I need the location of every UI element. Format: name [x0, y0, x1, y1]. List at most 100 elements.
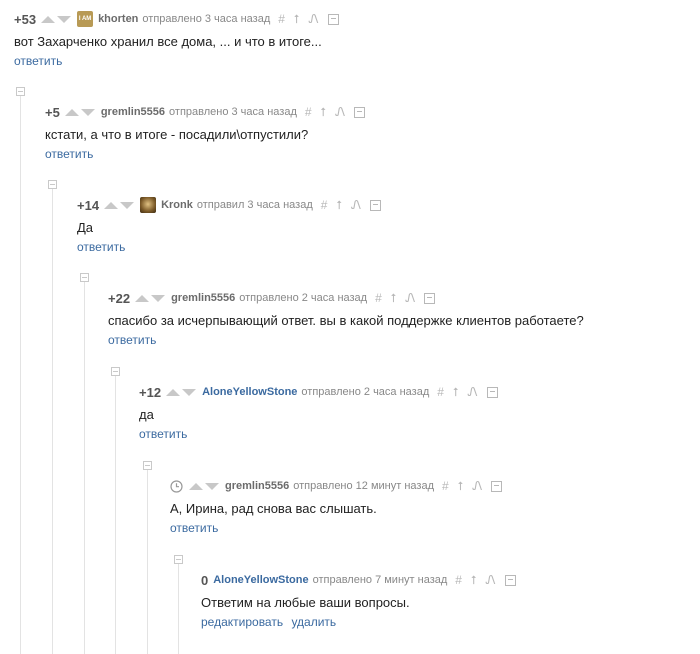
parent-arrow-icon[interactable]: ⭡ [453, 386, 459, 398]
thread-line [52, 188, 53, 654]
reply-link[interactable]: ответить [170, 521, 218, 535]
save-icon[interactable] [354, 106, 366, 118]
upvote-icon[interactable] [166, 388, 181, 396]
parent-arrow-icon[interactable]: ⭡ [321, 106, 327, 118]
branch-icon[interactable]: Ꮑ [468, 386, 478, 398]
branch-icon[interactable]: Ꮑ [309, 13, 319, 25]
post-time: отправлено 3 часа назад [142, 13, 271, 25]
downvote-icon[interactable] [80, 108, 95, 116]
comment-rating: +53 [14, 11, 37, 27]
upvote-icon[interactable] [104, 201, 119, 209]
hash-icon[interactable]: # [442, 480, 449, 492]
author-name[interactable]: gremlin5556 [101, 106, 165, 118]
comment-header: +12 AloneYellowStone отправлено 2 часа н… [139, 383, 507, 401]
edit-link[interactable]: редактировать [201, 615, 283, 629]
thread-line [178, 562, 179, 654]
upvote-icon[interactable] [189, 482, 203, 490]
comment-rating: 0 [201, 572, 209, 588]
avatar[interactable]: I AM [77, 11, 94, 27]
parent-arrow-icon[interactable]: ⭡ [471, 574, 477, 586]
post-time: отправлено 2 часа назад [301, 386, 430, 398]
hash-icon[interactable]: # [278, 13, 285, 25]
comment-header: +53 I AM khorten отправлено 3 часа назад… [14, 10, 348, 28]
hash-icon[interactable]: # [321, 199, 328, 211]
reply-link[interactable]: ответить [45, 147, 93, 161]
collapse-toggle[interactable] [174, 555, 183, 564]
comment-rating: +5 [45, 104, 60, 120]
collapse-toggle[interactable] [48, 180, 57, 189]
comment-header: +22 gremlin5556 отправлено 2 часа назад … [108, 289, 584, 307]
reply-link[interactable]: ответить [108, 333, 156, 347]
upvote-icon[interactable] [64, 108, 79, 116]
downvote-icon[interactable] [205, 482, 219, 490]
comment-header: 0 AloneYellowStone отправлено 7 минут на… [201, 571, 525, 589]
save-icon[interactable] [370, 199, 382, 211]
save-icon[interactable] [504, 574, 516, 586]
comment: +53 I AM khorten отправлено 3 часа назад… [14, 10, 348, 68]
comment-text: Ответим на любые ваши вопросы. [201, 595, 410, 610]
comment-header: gremlin5556 отправлено 12 минут назад # … [170, 477, 511, 495]
thread-line [84, 280, 85, 654]
comment-header: +14 Kronk отправил 3 часа назад # ⭡ Ꮑ [77, 196, 390, 214]
save-icon[interactable] [491, 480, 503, 492]
comment: +14 Kronk отправил 3 часа назад # ⭡ Ꮑ Да… [77, 196, 390, 254]
branch-icon[interactable]: Ꮑ [472, 480, 482, 492]
parent-arrow-icon[interactable]: ⭡ [336, 199, 342, 211]
reply-link[interactable]: ответить [139, 427, 187, 441]
branch-icon[interactable]: Ꮑ [335, 106, 345, 118]
upvote-icon[interactable] [41, 15, 56, 23]
author-name[interactable]: AloneYellowStone [202, 386, 297, 398]
save-icon[interactable] [486, 386, 498, 398]
save-icon[interactable] [424, 292, 436, 304]
branch-icon[interactable]: Ꮑ [486, 574, 496, 586]
thread-line [20, 96, 21, 654]
author-name[interactable]: gremlin5556 [171, 292, 235, 304]
parent-arrow-icon[interactable]: ⭡ [294, 13, 300, 25]
downvote-icon[interactable] [151, 294, 166, 302]
reply-link[interactable]: ответить [77, 240, 125, 254]
reply-link[interactable]: ответить [14, 54, 62, 68]
delete-link[interactable]: удалить [291, 615, 336, 629]
collapse-toggle[interactable] [111, 367, 120, 376]
hash-icon[interactable]: # [437, 386, 444, 398]
clock-icon [170, 479, 183, 493]
thread-line [147, 468, 148, 654]
downvote-icon[interactable] [57, 15, 72, 23]
post-time: отправлено 3 часа назад [169, 106, 297, 118]
comment-text: А, Ирина, рад снова вас слышать. [170, 501, 377, 516]
post-time: отправлено 12 минут назад [293, 480, 435, 492]
comment-header: +5 gremlin5556 отправлено 3 часа назад #… [45, 103, 374, 121]
avatar[interactable] [140, 197, 157, 213]
branch-icon[interactable]: Ꮑ [405, 292, 415, 304]
comment: +12 AloneYellowStone отправлено 2 часа н… [139, 383, 507, 441]
collapse-toggle[interactable] [16, 87, 25, 96]
author-name[interactable]: gremlin5556 [225, 480, 289, 492]
author-name[interactable]: Kronk [161, 199, 193, 211]
downvote-icon[interactable] [182, 388, 197, 396]
hash-icon[interactable]: # [375, 292, 382, 304]
post-time: отправлено 7 минут назад [312, 574, 448, 586]
hash-icon[interactable]: # [305, 106, 312, 118]
author-name[interactable]: khorten [98, 13, 138, 25]
comment-text: да [139, 407, 154, 422]
post-time: отправлено 2 часа назад [239, 292, 368, 304]
downvote-icon[interactable] [120, 201, 135, 209]
parent-arrow-icon[interactable]: ⭡ [391, 292, 397, 304]
comment-text: вот Захарченко хранил все дома, ... и чт… [14, 34, 322, 49]
comment-rating: +12 [139, 384, 162, 400]
comment-text: кстати, а что в итоге - посадили\отпусти… [45, 127, 309, 142]
branch-icon[interactable]: Ꮑ [351, 199, 361, 211]
collapse-toggle[interactable] [143, 461, 152, 470]
thread-line [115, 374, 116, 654]
comment-text: Да [77, 220, 94, 235]
comment: +22 gremlin5556 отправлено 2 часа назад … [108, 289, 584, 348]
hash-icon[interactable]: # [455, 574, 462, 586]
save-icon[interactable] [327, 13, 339, 25]
parent-arrow-icon[interactable]: ⭡ [458, 480, 464, 492]
upvote-icon[interactable] [135, 294, 150, 302]
author-name[interactable]: AloneYellowStone [213, 574, 308, 586]
comment-rating: +22 [108, 290, 131, 306]
comment: +5 gremlin5556 отправлено 3 часа назад #… [45, 103, 374, 161]
comment: gremlin5556 отправлено 12 минут назад # … [170, 477, 511, 535]
collapse-toggle[interactable] [80, 273, 89, 282]
